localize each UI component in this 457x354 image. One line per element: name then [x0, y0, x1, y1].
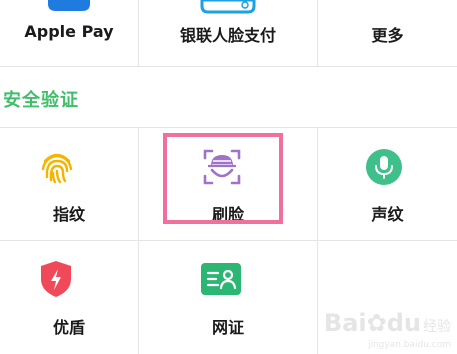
watermark-brand: Bai: [323, 309, 367, 337]
id-card-label: 网证: [211, 318, 244, 337]
apple-pay-label: Apple Pay: [24, 22, 114, 41]
fingerprint-icon: [41, 153, 73, 184]
watermark: Bai✿du 经验 jingyan.baidu.com: [324, 310, 451, 350]
more-label: 更多: [371, 26, 404, 45]
shield-label: 优盾: [52, 318, 85, 337]
payment-methods-row: Apple Pay 银联人脸支付 更多: [0, 0, 457, 67]
microphone-icon: [366, 149, 402, 185]
section-title-security: 安全验证: [3, 90, 79, 111]
unionpay-face-label: 银联人脸支付: [179, 26, 276, 45]
apple-pay-item[interactable]: Apple Pay: [0, 0, 138, 66]
watermark-brand-suffix: du: [386, 309, 421, 337]
fingerprint-item[interactable]: 指纹: [0, 128, 138, 240]
highlight-frame: [163, 133, 283, 224]
voiceprint-label: 声纹: [371, 205, 404, 224]
payment-settings-page: Apple Pay 银联人脸支付 更多 安全验证 指纹 刷脸 声纹 优盾 网证 …: [0, 0, 457, 354]
watermark-url: jingyan.baidu.com: [367, 340, 451, 350]
unionpay-face-icon: [200, 0, 256, 14]
paw-icon: ✿: [366, 309, 387, 337]
shield-item[interactable]: 优盾: [0, 241, 138, 354]
watermark-suffix: 经验: [423, 319, 451, 335]
id-card-icon: [201, 263, 241, 295]
unionpay-face-item[interactable]: 银联人脸支付: [139, 0, 317, 66]
more-item[interactable]: 更多: [318, 0, 457, 66]
shield-icon: [41, 261, 71, 297]
apple-pay-icon: [48, 0, 90, 11]
id-card-item[interactable]: 网证: [139, 241, 317, 354]
fingerprint-label: 指纹: [52, 205, 85, 224]
voiceprint-item[interactable]: 声纹: [318, 128, 457, 240]
